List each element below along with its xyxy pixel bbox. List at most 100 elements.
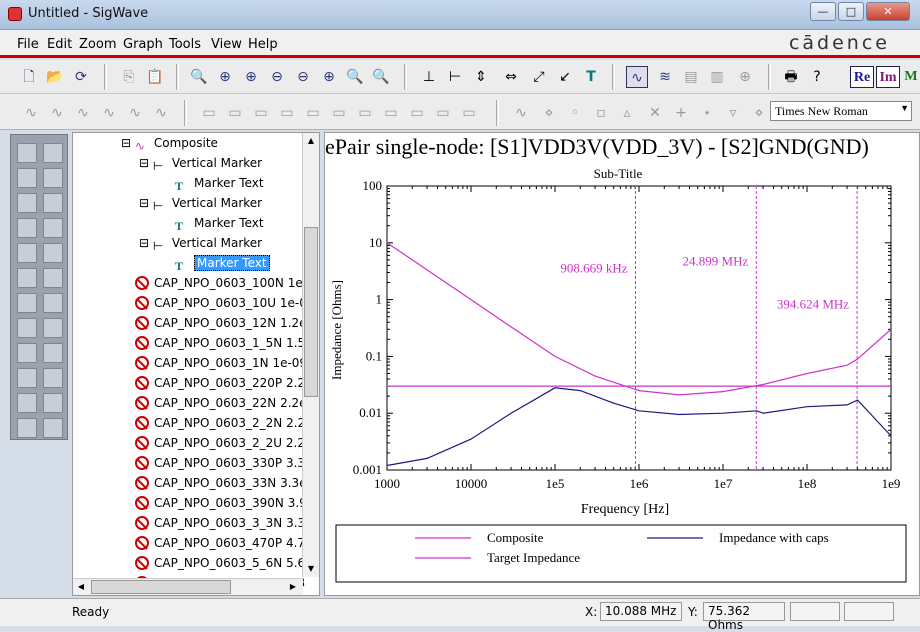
layout-cell-icon[interactable] bbox=[43, 218, 63, 238]
smith-chart-icon[interactable]: ⊕ bbox=[734, 66, 756, 88]
symbol-icon[interactable]: ▿ bbox=[722, 102, 744, 124]
menu-edit[interactable]: Edit bbox=[47, 37, 72, 52]
zoom-12-icon[interactable]: 🔍 bbox=[344, 66, 366, 88]
tree-item-cap[interactable]: CAP_NPO_0603_10U 1e-0 bbox=[135, 294, 307, 312]
menu-zoom[interactable]: Zoom bbox=[79, 37, 116, 52]
line-width-icon[interactable]: ▭ bbox=[380, 102, 402, 124]
chevron-down-icon[interactable]: ▼ bbox=[900, 103, 909, 113]
tree-item-marker-text[interactable]: T Marker Text bbox=[175, 174, 264, 193]
symbol-icon[interactable]: ⋄ bbox=[748, 102, 770, 124]
layout-cell-icon[interactable] bbox=[17, 293, 37, 313]
tree-item-cap[interactable]: CAP_NPO_0603_390N 3.9 bbox=[135, 494, 307, 512]
symbol-icon[interactable]: ▵ bbox=[616, 102, 638, 124]
close-button[interactable]: ✕ bbox=[866, 2, 910, 21]
zoom-in-x-icon[interactable]: ⊕ bbox=[240, 66, 262, 88]
line-width-icon[interactable]: ▭ bbox=[328, 102, 350, 124]
scroll-up-icon[interactable]: ▲ bbox=[303, 133, 319, 149]
layout-cell-icon[interactable] bbox=[43, 193, 63, 213]
tree-item-cap[interactable]: CAP_NPO_0603_33N 3.3e bbox=[135, 474, 307, 492]
layout-cell-icon[interactable] bbox=[43, 243, 63, 263]
tree-item-cap[interactable]: CAP_NPO_0603_1_5N 1.5e bbox=[135, 334, 313, 352]
layout-cell-icon[interactable] bbox=[43, 418, 63, 438]
tree-item-vertical-marker[interactable]: ⊟ ⊢ Vertical Marker bbox=[139, 194, 262, 213]
symbol-icon[interactable]: ⋆ bbox=[696, 102, 718, 124]
zoom-fit-icon[interactable]: 🔍 bbox=[188, 66, 210, 88]
layout-cell-icon[interactable] bbox=[17, 268, 37, 288]
magnitude-button[interactable]: M bbox=[902, 66, 920, 88]
layout-cell-icon[interactable] bbox=[43, 368, 63, 388]
refresh-icon[interactable]: ⟳ bbox=[70, 66, 92, 88]
digital-view-icon[interactable]: ≋ bbox=[654, 66, 676, 88]
tree-item-cap[interactable]: CAP_NPO_0603_1N 1e-09 bbox=[135, 354, 307, 372]
vertical-marker-icon[interactable]: ⊢ bbox=[444, 66, 466, 88]
line-width-icon[interactable]: ▭ bbox=[432, 102, 454, 124]
line-width-icon[interactable]: ▭ bbox=[198, 102, 220, 124]
new-file-icon[interactable]: 🗋 bbox=[18, 66, 40, 88]
scroll-thumb[interactable] bbox=[304, 227, 318, 397]
zoom-out-icon[interactable]: ⊖ bbox=[266, 66, 288, 88]
line-width-icon[interactable]: ▭ bbox=[354, 102, 376, 124]
tree-item-cap[interactable]: CAP_NPO_0603_5_6N 5.6e bbox=[135, 554, 313, 572]
scroll-left-icon[interactable]: ◀ bbox=[73, 579, 89, 595]
symbol-icon[interactable]: ◦ bbox=[564, 102, 586, 124]
layout-cell-icon[interactable] bbox=[17, 168, 37, 188]
menu-view[interactable]: View bbox=[211, 37, 242, 52]
symbol-icon[interactable]: ✕ bbox=[644, 102, 666, 124]
layout-cell-icon[interactable] bbox=[17, 343, 37, 363]
tree-item-cap[interactable]: CAP_NPO_0603_12N 1.2e bbox=[135, 314, 307, 332]
tree-horizontal-scrollbar[interactable]: ◀ ▶ bbox=[73, 578, 303, 595]
tree-item-cap[interactable]: CAP_NPO_0603_330P 3.3e bbox=[135, 454, 312, 472]
tree-item-vertical-marker[interactable]: ⊟ ⊢ Vertical Marker bbox=[139, 234, 262, 253]
scroll-right-icon[interactable]: ▶ bbox=[285, 579, 301, 595]
layout-cell-icon[interactable] bbox=[17, 243, 37, 263]
zoom-out-x-icon[interactable]: ⊖ bbox=[292, 66, 314, 88]
horizontal-marker-icon[interactable]: ⊥ bbox=[418, 66, 440, 88]
layout-cell-icon[interactable] bbox=[43, 343, 63, 363]
line-width-icon[interactable]: ▭ bbox=[302, 102, 324, 124]
horizontal-pair-icon[interactable]: ⇕ bbox=[470, 66, 492, 88]
scroll-down-icon[interactable]: ▼ bbox=[303, 561, 319, 577]
tree-vertical-scrollbar[interactable]: ▲ ▼ bbox=[302, 133, 319, 577]
line-style-icon[interactable]: ∿ bbox=[150, 102, 172, 124]
line-width-icon[interactable]: ▭ bbox=[250, 102, 272, 124]
line-style-icon[interactable]: ∿ bbox=[46, 102, 68, 124]
layout-cell-icon[interactable] bbox=[17, 318, 37, 338]
font-family-select[interactable]: Times New Roman ▼ bbox=[770, 101, 912, 121]
line-style-icon[interactable]: ∿ bbox=[20, 102, 42, 124]
layout-cell-icon[interactable] bbox=[17, 418, 37, 438]
line-width-icon[interactable]: ▭ bbox=[458, 102, 480, 124]
tree-item-vertical-marker[interactable]: ⊟ ⊢ Vertical Marker bbox=[139, 154, 262, 173]
tree-item-cap[interactable]: CAP_NPO_0603_2_2N 2.2e bbox=[135, 414, 313, 432]
line-width-icon[interactable]: ▭ bbox=[276, 102, 298, 124]
tree-item-composite[interactable]: ⊟ ∿ Composite bbox=[121, 134, 218, 153]
line-width-icon[interactable]: ▭ bbox=[224, 102, 246, 124]
layout-cell-icon[interactable] bbox=[43, 143, 63, 163]
line-style-icon[interactable]: ∿ bbox=[98, 102, 120, 124]
minimize-button[interactable]: — bbox=[810, 2, 836, 21]
real-part-button[interactable]: Re bbox=[850, 66, 874, 88]
copy-icon[interactable]: ⎘ bbox=[118, 66, 140, 88]
layout-cell-icon[interactable] bbox=[43, 293, 63, 313]
layout-cell-icon[interactable] bbox=[17, 193, 37, 213]
layout-cell-icon[interactable] bbox=[17, 218, 37, 238]
menu-file[interactable]: File bbox=[17, 37, 39, 52]
eye-view-icon[interactable]: ▤ bbox=[680, 66, 702, 88]
symbol-icon[interactable]: ∿ bbox=[510, 102, 532, 124]
tree-item-cap[interactable]: CAP_NPO_0603_100N 1e- bbox=[135, 274, 307, 292]
waveform-view-icon[interactable]: ∿ bbox=[626, 66, 648, 88]
symbol-icon[interactable]: + bbox=[670, 102, 692, 124]
layout-cell-icon[interactable] bbox=[43, 393, 63, 413]
tree-item-cap[interactable]: CAP_NPO_0603_470P 4.7e bbox=[135, 534, 312, 552]
line-style-icon[interactable]: ∿ bbox=[124, 102, 146, 124]
layout-cell-icon[interactable] bbox=[17, 393, 37, 413]
menu-graph[interactable]: Graph bbox=[123, 37, 163, 52]
scroll-thumb[interactable] bbox=[91, 580, 231, 594]
diagonal-marker-icon[interactable]: ⤢ bbox=[528, 66, 550, 88]
arrow-text-icon[interactable]: ↙ bbox=[554, 66, 576, 88]
maximize-button[interactable]: □ bbox=[838, 2, 864, 21]
layout-cell-icon[interactable] bbox=[17, 143, 37, 163]
layout-cell-icon[interactable] bbox=[43, 318, 63, 338]
open-folder-icon[interactable]: 📂 bbox=[44, 66, 66, 88]
symbol-icon[interactable]: ⋄ bbox=[538, 102, 560, 124]
print-icon[interactable]: 🖶 bbox=[780, 66, 802, 88]
